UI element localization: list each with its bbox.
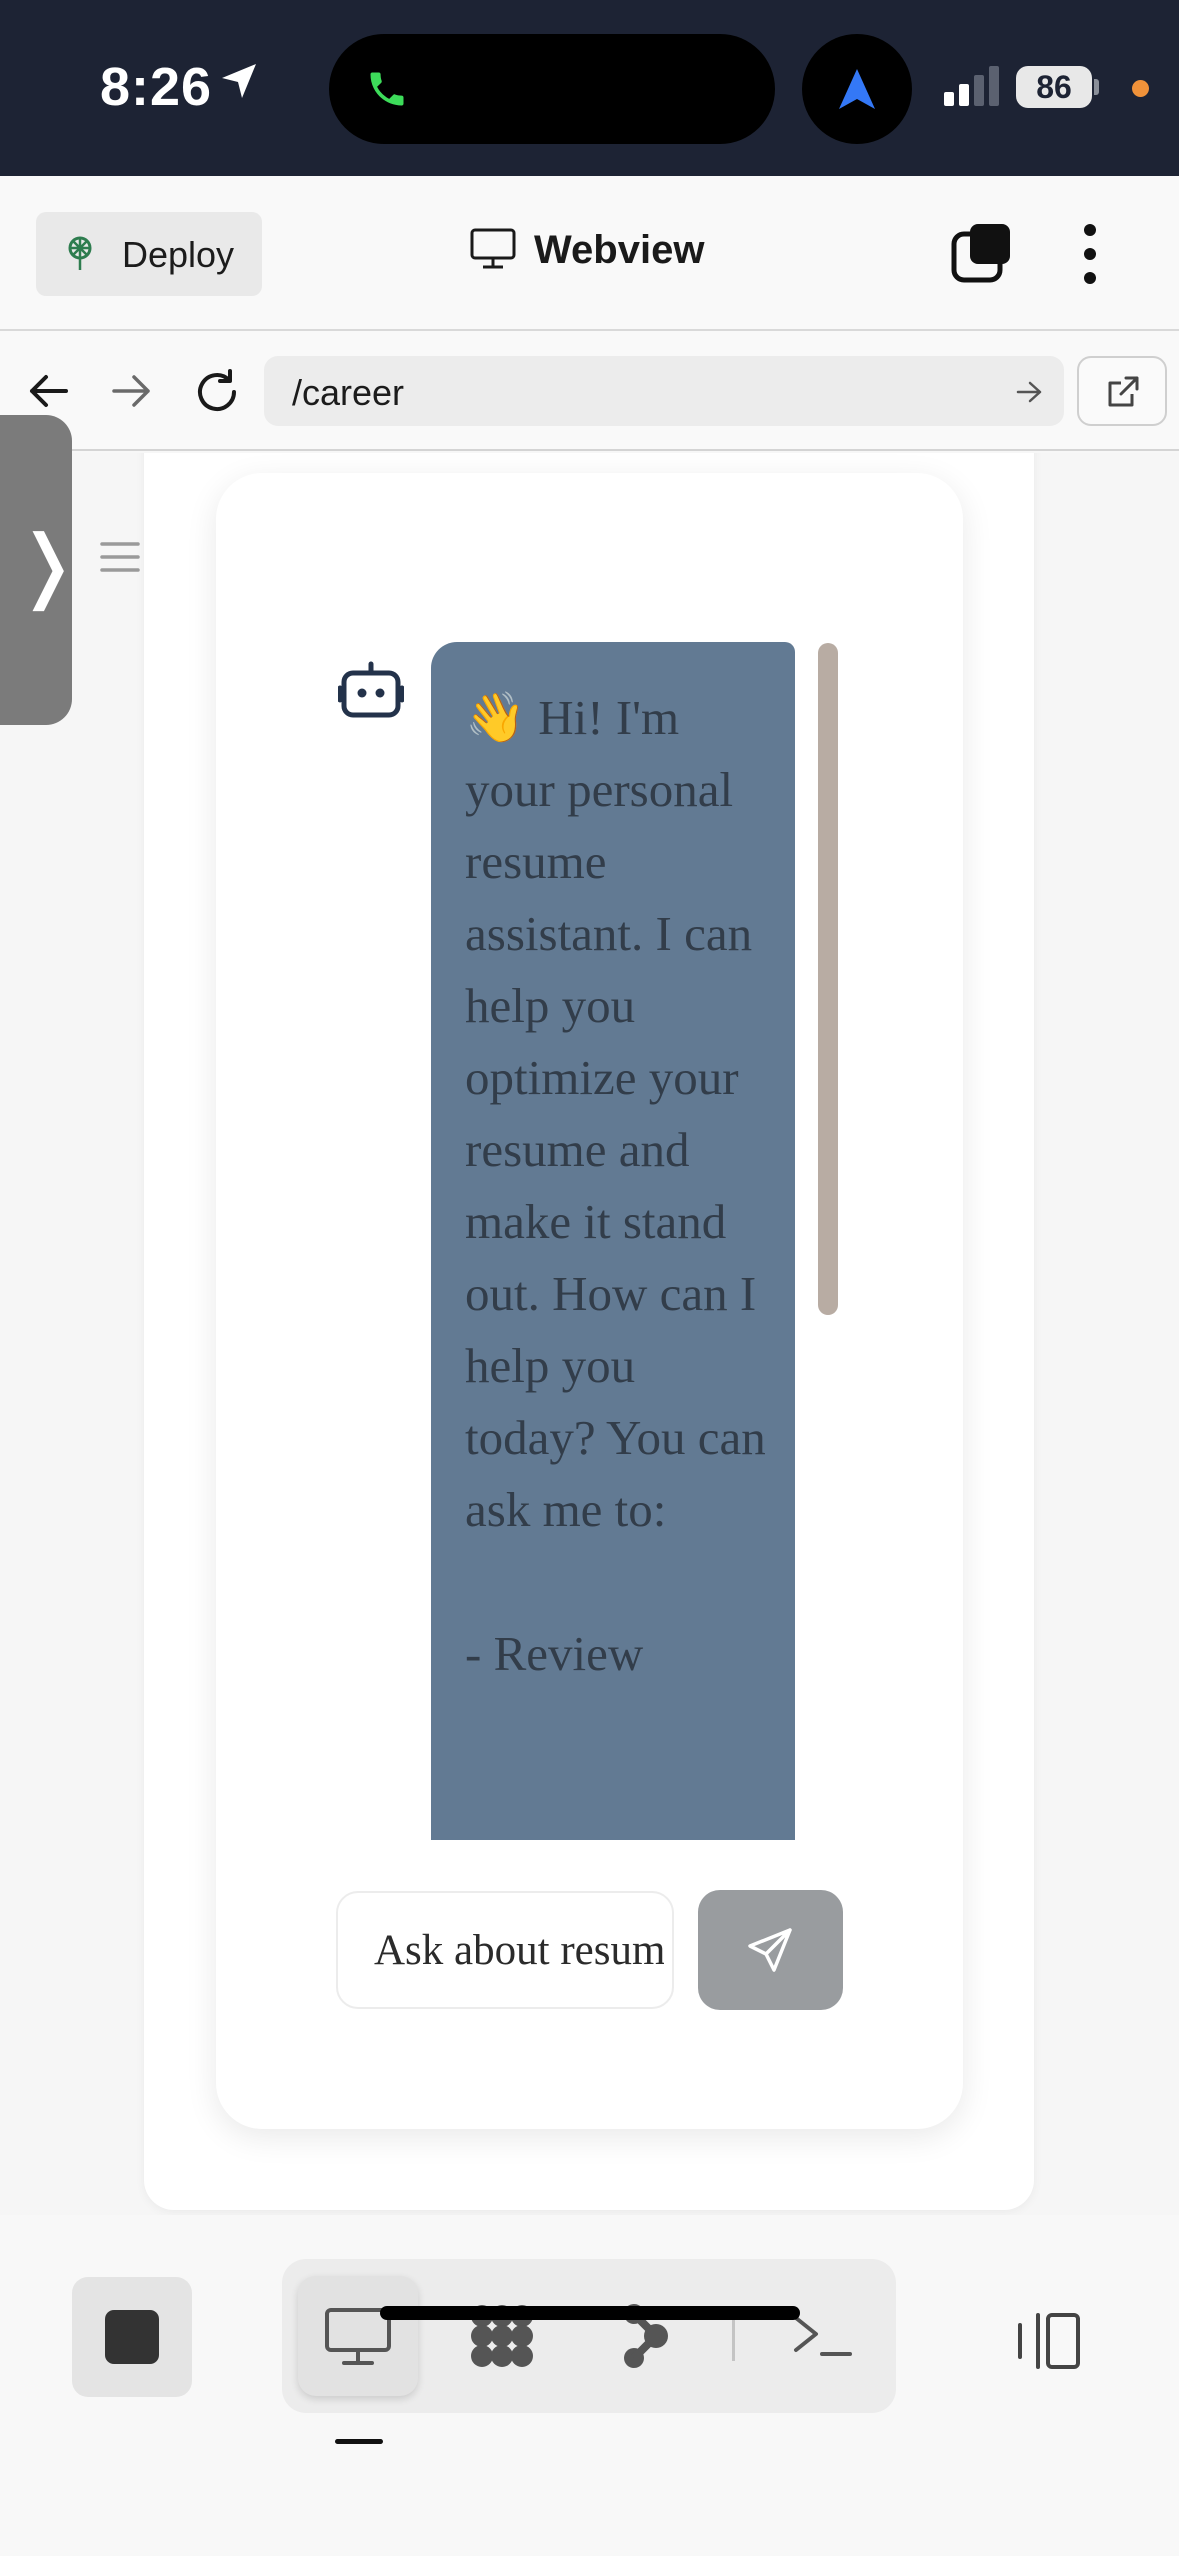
stop-button[interactable]	[72, 2277, 192, 2397]
git-tool[interactable]	[586, 2276, 706, 2396]
side-panel-toggle[interactable]: ❭	[0, 415, 81, 725]
go-arrow-icon[interactable]	[1016, 380, 1042, 404]
reload-icon[interactable]	[192, 367, 242, 417]
tabs-icon[interactable]	[950, 222, 1014, 286]
deploy-button[interactable]: Deploy	[36, 212, 262, 296]
packages-tool[interactable]	[442, 2276, 562, 2396]
terminal-tool[interactable]	[762, 2276, 882, 2396]
deploy-label: Deploy	[122, 234, 235, 275]
location-arrow-icon	[222, 64, 256, 98]
deploy-icon	[68, 236, 92, 270]
chat-input-field[interactable]	[336, 1891, 674, 2009]
send-button[interactable]	[698, 1890, 843, 2010]
chat-input[interactable]	[374, 1893, 664, 2007]
page-title-text: Webview	[534, 228, 705, 272]
more-vertical-icon[interactable]	[1070, 222, 1110, 286]
split-layout-icon[interactable]	[1010, 2311, 1082, 2371]
battery-icon: 86	[1016, 66, 1092, 108]
message-scroll-area[interactable]: 👋 Hi! I'm your personal resume assistant…	[431, 642, 795, 1840]
monitor-icon	[470, 228, 516, 269]
url-text: /career	[292, 372, 405, 413]
signal-icon	[944, 66, 999, 106]
bot-message-bubble: 👋 Hi! I'm your personal resume assistant…	[431, 642, 795, 1840]
app-header: Deploy Webview	[0, 176, 1179, 331]
back-arrow-icon[interactable]	[26, 369, 70, 413]
url-bar: /career	[0, 331, 1179, 451]
home-indicator[interactable]	[380, 2306, 800, 2320]
bot-message-text: 👋 Hi! I'm your personal resume assistant…	[465, 690, 766, 1681]
webview-tool[interactable]	[298, 2276, 418, 2396]
bottom-toolbar	[0, 2215, 1179, 2556]
hamburger-menu-icon[interactable]	[100, 540, 140, 574]
send-icon	[748, 1928, 792, 1972]
dynamic-island[interactable]	[329, 34, 775, 144]
url-input[interactable]: /career	[264, 356, 1064, 426]
active-tool-indicator	[335, 2439, 383, 2444]
status-time: 8:26	[100, 57, 213, 117]
privacy-indicator-dot	[1132, 80, 1149, 97]
phone-call-icon	[370, 72, 404, 106]
scrollbar-thumb[interactable]	[818, 643, 838, 1315]
tool-switcher	[282, 2259, 896, 2413]
open-external-button[interactable]	[1077, 356, 1167, 426]
navigation-activity[interactable]	[802, 34, 912, 144]
external-link-icon	[1108, 376, 1139, 407]
chevron-right-icon: ❭	[14, 518, 82, 611]
forward-arrow-icon[interactable]	[110, 369, 154, 413]
stop-icon	[105, 2310, 159, 2364]
status-bar: 8:26 86	[0, 0, 1179, 176]
bot-avatar-icon	[338, 661, 404, 718]
navigation-icon	[839, 69, 875, 109]
battery-cap	[1094, 79, 1099, 95]
